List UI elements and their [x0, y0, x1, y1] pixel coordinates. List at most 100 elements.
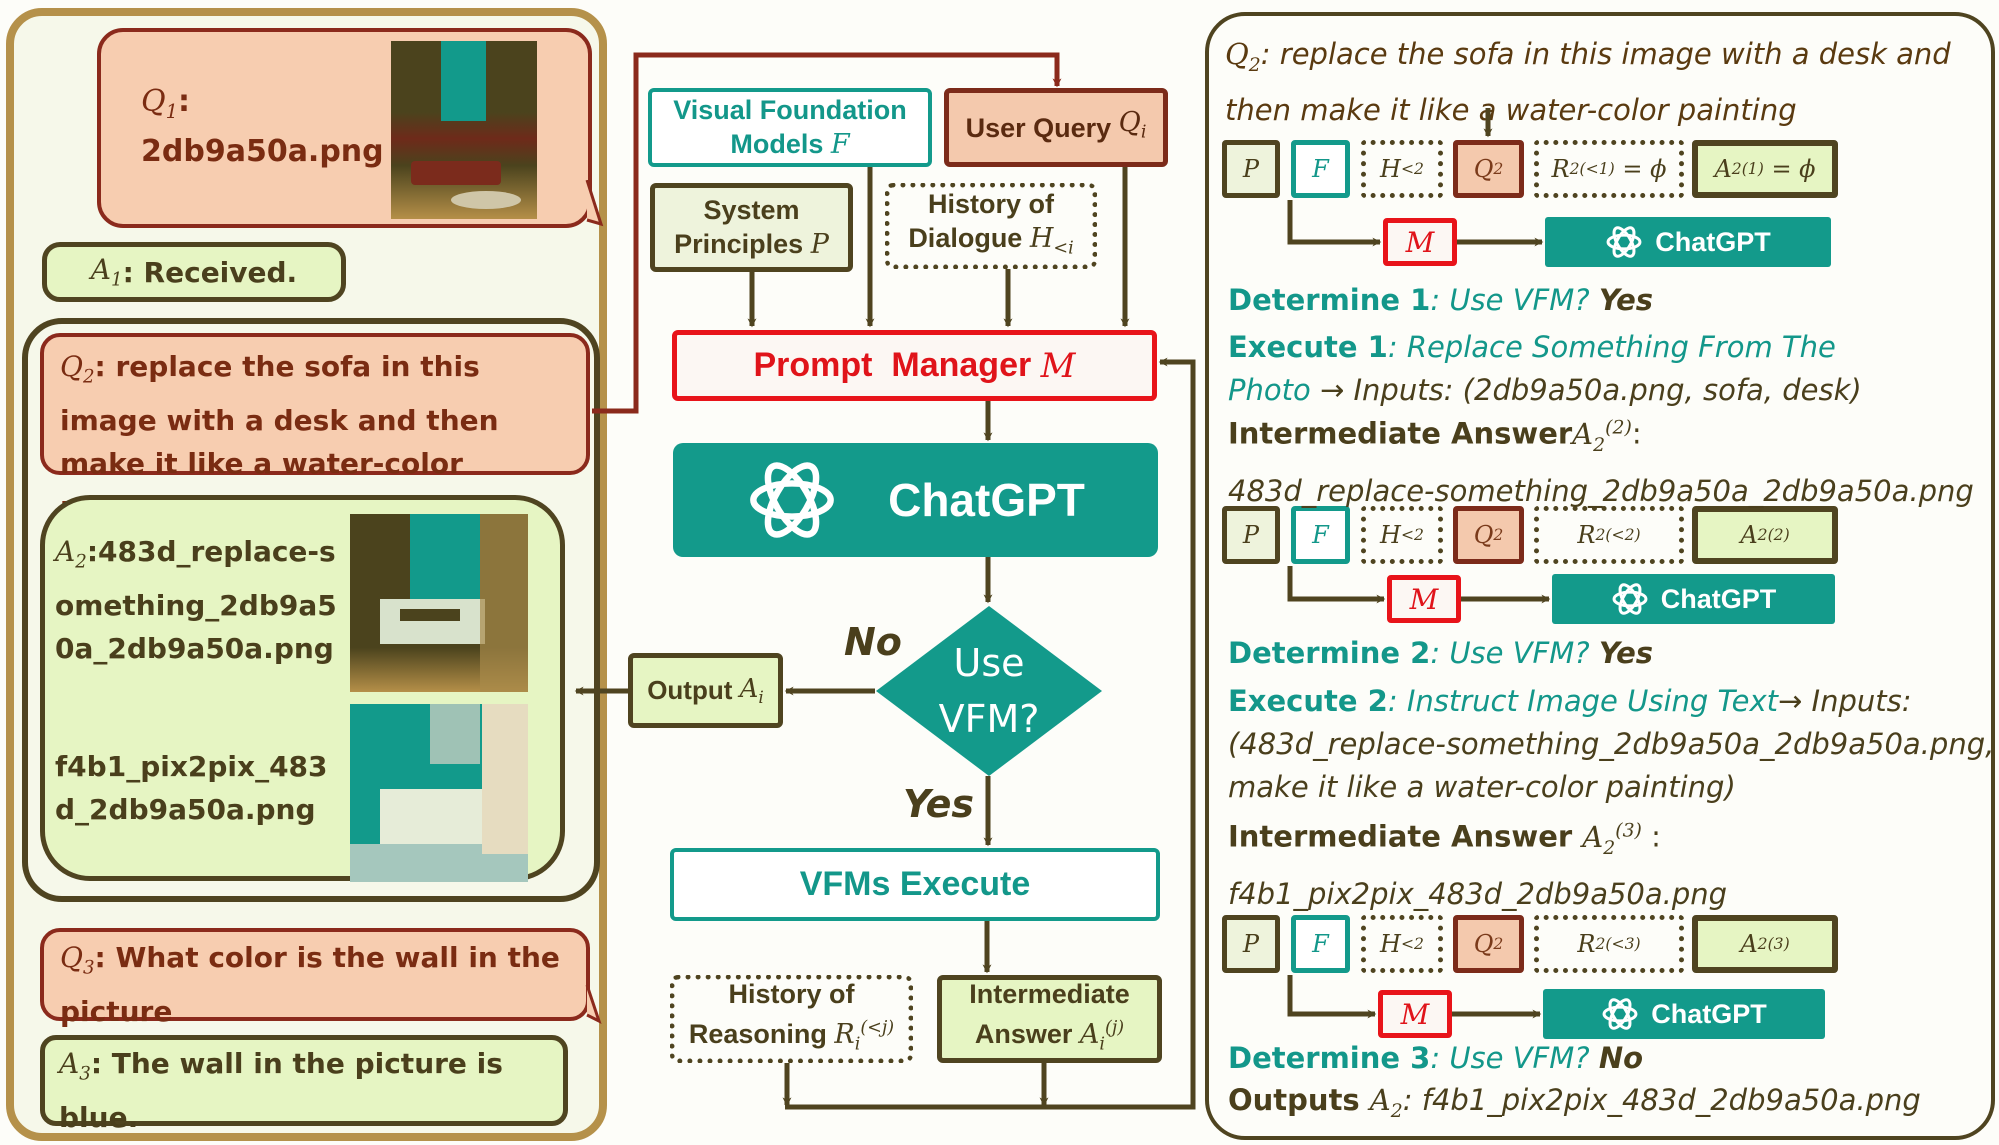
- prompt-manager-symbol: M: [1040, 345, 1076, 386]
- prompt-manager-label: Prompt Manager: [753, 346, 1032, 384]
- intermediate-answer-chip: A 2 (1) = ϕ: [1692, 140, 1838, 198]
- q2-symbol: Q2: [60, 350, 95, 388]
- prompt-manager-chip: M: [1383, 218, 1457, 266]
- history-of-reasoning-box: History of Reasoning Ri(<j): [670, 975, 913, 1063]
- system-principles-chip: P: [1222, 915, 1280, 973]
- execute-1-inputs: Inputs: (2db9a50a.png, sofa, desk): [1353, 373, 1862, 407]
- chatgpt-mini-label: ChatGPT: [1660, 583, 1777, 614]
- execute-2-tool: : Instruct Image Using Text: [1387, 684, 1779, 718]
- system-principles-line-1: System: [703, 195, 800, 225]
- right-q2-line-2: then make it like a water-color painting: [1225, 92, 1797, 127]
- vfm-chip: F: [1291, 915, 1350, 973]
- intermediate-answer-1: Intermediate AnswerA2(2): 483d_replace-s…: [1228, 405, 1974, 514]
- execute-2: Execute 2: Instruct Image Using Text→ In…: [1228, 680, 1994, 809]
- final-outputs: Outputs A2: f4b1_pix2pix_483d_2db9a50a.p…: [1228, 1083, 1921, 1122]
- yes-label: Yes: [903, 782, 975, 826]
- history-of-dialogue-box: History of Dialogue H<i: [885, 183, 1097, 269]
- output-label: Output: [647, 675, 733, 705]
- history-reasoning-line-2: Reasoning: [688, 1018, 827, 1049]
- a2-text-2: f4b1_pix2pix_483d_2db9a50a.png: [55, 750, 328, 826]
- q3-bubble-tail: [585, 985, 602, 1024]
- q1-symbol: Q1: [141, 84, 179, 123]
- history-reasoning-symbol: Ri(<j): [834, 1017, 895, 1055]
- execute-2-inputs-file: (483d_replace-something_2db9a50a_2db9a50…: [1228, 727, 1995, 761]
- history-dialogue-line-1: History of: [927, 188, 1054, 219]
- execute-1-tool-cont: Photo: [1228, 373, 1311, 407]
- determine-1-answer: Yes: [1598, 283, 1654, 317]
- execute-1: Execute 1: Replace Something From The Ph…: [1228, 326, 1862, 412]
- watercolor-desk-photo[interactable]: [350, 704, 528, 882]
- decision-line-1: Use: [953, 641, 1025, 685]
- determine-2: Determine 2: Use VFM? Yes: [1228, 636, 1653, 670]
- q1-text: 2db9a50a.png: [141, 134, 384, 169]
- system-principles-box: System Principles P: [650, 183, 853, 272]
- arrow-right-icon: →: [1778, 684, 1812, 718]
- determine-1: Determine 1: Use VFM? Yes: [1228, 283, 1653, 317]
- chatgpt-box: ChatGPT: [673, 443, 1158, 557]
- outputs-label: Outputs: [1228, 1083, 1370, 1117]
- history-dialogue-chip: H <2: [1361, 915, 1443, 973]
- a3-text: : The wall in the picture is blue.: [59, 1047, 503, 1134]
- openai-logo-icon: [1606, 226, 1642, 258]
- history-dialogue-symbol: H<i: [1029, 222, 1074, 259]
- output-symbol: Ai: [739, 673, 764, 708]
- history-dialogue-chip: H <2: [1361, 506, 1443, 564]
- a1-bubble: A1: Received.: [42, 242, 346, 302]
- execute-2-label: Execute 2: [1228, 684, 1388, 718]
- intermediate-line-2: Answer: [974, 1018, 1073, 1049]
- vfm-line-1: Visual Foundation: [673, 95, 907, 125]
- vfm-line-2: Models: [730, 129, 824, 159]
- q1-bubble-tail: [585, 180, 604, 227]
- vfm-chip: F: [1291, 140, 1350, 198]
- query-chip: Q2: [1453, 140, 1524, 198]
- intermediate-1-colon: :: [1631, 416, 1642, 451]
- a2-bubble: A2:483d_replace-something_2db9a50a_2db9a…: [40, 495, 565, 882]
- q3-text: : What color is the wall in the picture: [60, 941, 560, 1028]
- decision-line-2: VFM?: [938, 697, 1040, 741]
- chatgpt-mini-box: ChatGPT: [1543, 989, 1825, 1039]
- chatgpt-mini-label: ChatGPT: [1655, 226, 1771, 257]
- determine-3: Determine 3: Use VFM? No: [1228, 1041, 1643, 1075]
- prompt-manager-chip: M: [1387, 575, 1461, 623]
- query-chip: Q2: [1453, 506, 1524, 564]
- intermediate-line-1: Intermediate: [969, 978, 1130, 1009]
- a1-symbol: A1: [90, 253, 123, 291]
- history-reasoning-chip: R 2 (<1) = ϕ: [1534, 140, 1684, 198]
- intermediate-2-value: f4b1_pix2pix_483d_2db9a50a.png: [1228, 877, 1728, 912]
- arrow-right-icon: →: [1310, 373, 1354, 407]
- intermediate-1-symbol: A2(2): [1572, 416, 1632, 456]
- determine-3-question: : Use VFM?: [1430, 1041, 1599, 1075]
- q2-bubble: Q2: replace the sofa in this image with …: [40, 333, 590, 523]
- q3-symbol: Q3: [60, 941, 95, 979]
- a1-text: : Received.: [122, 255, 298, 289]
- user-query-label: User Query: [965, 112, 1112, 143]
- history-reasoning-line-1: History of: [728, 978, 855, 1009]
- a3-symbol: A3: [59, 1047, 91, 1085]
- execute-1-label: Execute 1: [1228, 330, 1388, 364]
- intermediate-answer-chip: A 2 (3): [1692, 915, 1838, 973]
- output-box: Output Ai: [628, 653, 783, 728]
- intermediate-1-value: 483d_replace-something_2db9a50a_2db9a50a…: [1228, 474, 1974, 509]
- system-principles-chip: P: [1222, 506, 1280, 564]
- a2-symbol: A2: [55, 535, 87, 573]
- system-principles-chip: P: [1222, 140, 1280, 198]
- right-q2-line-1: : replace the sofa in this image with a …: [1260, 37, 1951, 71]
- history-reasoning-chip: R 2 (<3): [1534, 915, 1684, 973]
- right-q2-text: Q2: replace the sofa in this image with …: [1225, 32, 1951, 133]
- history-dialogue-line-2: Dialogue: [908, 222, 1023, 253]
- intermediate-1-label: Intermediate Answer: [1228, 416, 1573, 451]
- determine-2-label: Determine 2: [1228, 636, 1431, 670]
- q1-bubble: Q1: 2db9a50a.png: [97, 28, 592, 228]
- vfm-chip: F: [1291, 506, 1350, 564]
- chatgpt-mini-box: ChatGPT: [1552, 574, 1835, 624]
- no-label: No: [844, 620, 902, 664]
- intermediate-symbol: Ai(j): [1079, 1017, 1125, 1055]
- a3-bubble: A3: The wall in the picture is blue.: [40, 1035, 568, 1134]
- visual-foundation-models-box: Visual Foundation Models F: [648, 88, 932, 167]
- execute-2-inputs: Inputs:: [1811, 684, 1912, 718]
- query-chip: Q2: [1453, 915, 1524, 973]
- living-room-sofa-photo[interactable]: [391, 41, 537, 219]
- desk-replaced-photo[interactable]: [350, 514, 528, 692]
- determine-3-label: Determine 3: [1228, 1041, 1431, 1075]
- execute-1-tool: : Replace Something From The: [1387, 330, 1836, 364]
